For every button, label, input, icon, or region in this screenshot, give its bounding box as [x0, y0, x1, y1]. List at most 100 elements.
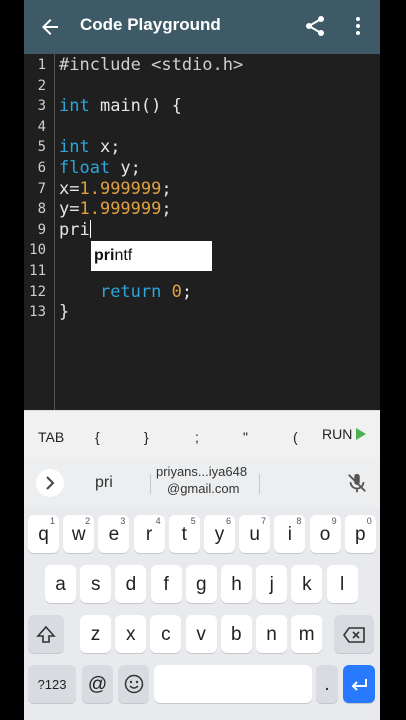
line-number: 2: [37, 77, 46, 94]
open-paren-key[interactable]: (: [293, 429, 298, 445]
key-label: e: [108, 524, 120, 545]
key-label: m: [298, 624, 315, 645]
enter-key[interactable]: [343, 665, 375, 703]
share-icon[interactable]: [303, 14, 327, 38]
mic-off-icon[interactable]: [346, 472, 368, 494]
key-label: t: [181, 524, 187, 545]
key-label: b: [231, 624, 242, 645]
period-key[interactable]: .: [316, 665, 338, 703]
line-number: 5: [37, 139, 46, 156]
key-r[interactable]: r4: [133, 515, 165, 553]
key-w[interactable]: w2: [63, 515, 95, 553]
at-key[interactable]: @: [82, 665, 113, 703]
key-label: x: [125, 624, 136, 645]
autocomplete-rest: ntf: [114, 247, 133, 264]
key-e[interactable]: e3: [98, 515, 130, 553]
code-editor[interactable]: 1 2 3 4 5 6 7 8 9 10 11 12 13 #include <stdio.h> int …: [24, 54, 380, 410]
code-token: 1.999999: [79, 178, 162, 199]
key-g[interactable]: g: [185, 565, 217, 603]
enter-arrow-icon: [351, 679, 367, 691]
key-label: r: [145, 524, 153, 545]
code-token: 0: [171, 281, 182, 302]
key-t[interactable]: t5: [168, 515, 200, 553]
run-label: RUN: [322, 426, 353, 442]
key-label: d: [125, 574, 137, 595]
back-arrow-icon[interactable]: [38, 15, 62, 39]
key-v[interactable]: v: [185, 615, 217, 653]
page-title: Code Playground: [80, 15, 221, 34]
key-label: j: [269, 574, 274, 595]
line-number: 9: [37, 221, 46, 238]
key-a[interactable]: a: [45, 565, 76, 603]
key-hint: 1: [49, 516, 55, 526]
more-options-icon[interactable]: [346, 14, 370, 38]
key-label: v: [196, 624, 206, 645]
backspace-key[interactable]: [334, 615, 374, 653]
code-token: x=: [59, 178, 80, 199]
key-label: q: [38, 524, 49, 545]
suggestion-word[interactable]: pri: [95, 474, 113, 492]
autocomplete-suggestion[interactable]: printf: [91, 241, 212, 271]
code-line: }: [59, 302, 69, 322]
tab-key[interactable]: TAB: [38, 429, 64, 445]
key-i[interactable]: i8: [274, 515, 306, 553]
key-label: a: [55, 574, 66, 595]
key-label: u: [249, 524, 260, 545]
line-number: 10: [29, 242, 46, 259]
open-brace-key[interactable]: {: [95, 429, 100, 445]
line-number: 1: [37, 57, 46, 73]
key-x[interactable]: x: [115, 615, 147, 653]
play-icon: [356, 428, 367, 440]
emoji-key[interactable]: [118, 665, 149, 703]
code-line: float y;: [59, 158, 141, 178]
code-line: return 0;: [59, 282, 192, 302]
key-b[interactable]: b: [220, 615, 252, 653]
key-label: l: [339, 574, 345, 595]
key-hint: 0: [366, 516, 372, 526]
close-brace-key[interactable]: }: [144, 429, 149, 445]
code-line: #include <stdio.h>: [59, 55, 243, 75]
key-y[interactable]: y6: [204, 515, 235, 553]
key-d[interactable]: d: [115, 565, 147, 603]
key-label: o: [319, 524, 331, 545]
key-s[interactable]: s: [80, 565, 112, 603]
text-cursor: [89, 219, 91, 238]
chevron-right-icon: [46, 476, 55, 490]
key-h[interactable]: h: [221, 565, 252, 603]
expand-toolbar-button[interactable]: [36, 469, 64, 497]
key-f[interactable]: f: [150, 565, 182, 603]
key-q[interactable]: q1: [28, 515, 59, 553]
code-token: int: [59, 137, 90, 158]
shift-key[interactable]: [28, 615, 64, 653]
key-n[interactable]: n: [256, 615, 287, 653]
code-token: x;: [89, 137, 121, 158]
keyboard-suggestion-strip: pri priyans...iya648 @gmail.com: [24, 458, 380, 508]
phone-screen: Code Playground 1 2 3 4 5 6 7 8 9 10 11 12 13 #inclu…: [24, 0, 380, 720]
line-number: 13: [29, 304, 46, 321]
semicolon-key[interactable]: ;: [195, 429, 199, 445]
key-o[interactable]: o9: [309, 515, 341, 553]
code-token: #include <stdio.h>: [59, 55, 244, 75]
code-line: int main() {: [59, 96, 182, 116]
run-button[interactable]: RUN: [322, 426, 367, 442]
key-hint: 8: [296, 516, 302, 526]
code-token: ;: [161, 178, 172, 199]
key-k[interactable]: k: [291, 565, 323, 603]
key-l[interactable]: l: [326, 565, 358, 603]
key-u[interactable]: u7: [239, 515, 271, 553]
shift-icon: [36, 625, 56, 643]
quote-key[interactable]: ": [243, 429, 248, 445]
key-c[interactable]: c: [150, 615, 182, 653]
key-p[interactable]: p0: [344, 515, 376, 553]
suggestion-email-line2[interactable]: @gmail.com: [167, 481, 239, 496]
suggestion-email-line1[interactable]: priyans...iya648: [156, 464, 247, 479]
code-token: int: [59, 96, 90, 117]
key-z[interactable]: z: [80, 615, 111, 653]
key-m[interactable]: m: [291, 615, 323, 653]
symbols-key[interactable]: ?123: [28, 665, 76, 703]
key-label: k: [302, 574, 312, 595]
key-label: i: [287, 524, 292, 545]
key-j[interactable]: j: [256, 565, 288, 603]
space-key[interactable]: [154, 665, 312, 703]
line-number: 3: [37, 98, 46, 115]
